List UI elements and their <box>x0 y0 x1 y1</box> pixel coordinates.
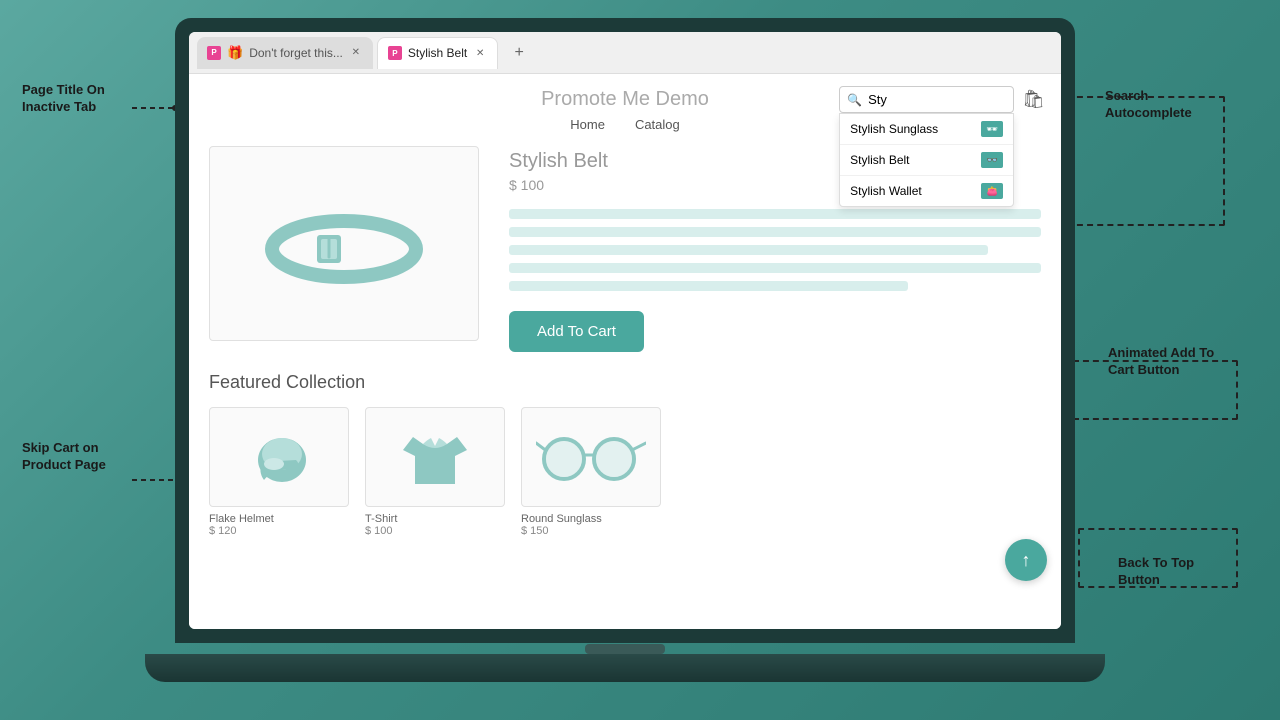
sunglass-price: $ 150 <box>521 525 661 537</box>
featured-item-sunglass[interactable]: Round Sunglass $ 150 <box>521 407 661 537</box>
annotation-page-title: Page Title On Inactive Tab <box>22 82 132 116</box>
desc-line-5 <box>509 281 908 291</box>
sunglass-svg <box>536 427 646 487</box>
browser-chrome: P 🎁 Don't forget this... ✕ P Stylish Bel… <box>189 32 1061 74</box>
screen-bezel: P 🎁 Don't forget this... ✕ P Stylish Bel… <box>175 18 1075 643</box>
add-to-cart-button[interactable]: Add To Cart <box>509 311 644 352</box>
tab-close-inactive[interactable]: ✕ <box>349 46 363 60</box>
featured-title: Featured Collection <box>209 372 1041 393</box>
laptop-base <box>145 654 1105 682</box>
featured-item-tshirt[interactable]: T-Shirt $ 100 <box>365 407 505 537</box>
tshirt-price: $ 100 <box>365 525 505 537</box>
wallet-icon: 👛 <box>981 183 1003 199</box>
featured-item-helmet[interactable]: Flake Helmet $ 120 <box>209 407 349 537</box>
laptop-trackpad <box>585 644 665 654</box>
browser-tab-inactive[interactable]: P 🎁 Don't forget this... ✕ <box>197 37 373 69</box>
autocomplete-item-wallet[interactable]: Stylish Wallet 👛 <box>840 176 1013 206</box>
autocomplete-label-belt: Stylish Belt <box>850 153 909 167</box>
nav-catalog[interactable]: Catalog <box>635 117 680 132</box>
back-to-top-arrow: ↑ <box>1022 550 1031 571</box>
tab-emoji: 🎁 <box>227 45 243 61</box>
new-tab-button[interactable]: + <box>506 40 532 66</box>
autocomplete-dropdown: Stylish Sunglass 🕶 Stylish Belt 👓 Stylis… <box>839 113 1014 207</box>
nav-home[interactable]: Home <box>570 117 605 132</box>
tshirt-svg <box>403 422 468 492</box>
tab-active-label: Stylish Belt <box>408 46 467 60</box>
sunglass-icon: 🕶 <box>981 121 1003 137</box>
sunglass-image-box <box>521 407 661 507</box>
browser-window: P 🎁 Don't forget this... ✕ P Stylish Bel… <box>189 32 1061 629</box>
page-content: Promote Me Demo Home Catalog 🔍 <box>189 74 1061 629</box>
autocomplete-item-sunglass[interactable]: Stylish Sunglass 🕶 <box>840 114 1013 145</box>
tab-close-active[interactable]: ✕ <box>473 46 487 60</box>
description-lines <box>509 209 1041 291</box>
cart-icon[interactable]: 🛍 <box>1022 89 1045 110</box>
helmet-name: Flake Helmet <box>209 513 349 525</box>
belt-icon: 👓 <box>981 152 1003 168</box>
search-box-wrapper: 🔍 Stylish Sunglass 🕶 Stylish Belt <box>839 86 1014 113</box>
tab-favicon-active: P <box>388 46 402 60</box>
helmet-image-box <box>209 407 349 507</box>
sunglass-name: Round Sunglass <box>521 513 661 525</box>
helmet-price: $ 120 <box>209 525 349 537</box>
site-header: Promote Me Demo Home Catalog 🔍 <box>189 74 1061 146</box>
search-input[interactable] <box>839 86 1014 113</box>
autocomplete-label-sunglass: Stylish Sunglass <box>850 122 938 136</box>
belt-image <box>259 194 429 294</box>
featured-section: Featured Collection <box>189 372 1061 557</box>
desc-line-2 <box>509 227 1041 237</box>
tshirt-image-box <box>365 407 505 507</box>
product-image-box <box>209 146 479 341</box>
desc-line-4 <box>509 263 1041 273</box>
featured-grid: Flake Helmet $ 120 T-Shirt <box>209 407 1041 537</box>
search-icon: 🔍 <box>847 93 862 107</box>
desc-line-3 <box>509 245 988 255</box>
helmet-svg <box>244 422 314 492</box>
autocomplete-item-belt[interactable]: Stylish Belt 👓 <box>840 145 1013 176</box>
annotation-skip-cart: Skip Cart on Product Page <box>22 440 132 474</box>
tab-favicon-inactive: P <box>207 46 221 60</box>
browser-tab-active[interactable]: P Stylish Belt ✕ <box>377 37 498 69</box>
search-area: 🔍 Stylish Sunglass 🕶 Stylish Belt <box>839 86 1045 113</box>
laptop-device: P 🎁 Don't forget this... ✕ P Stylish Bel… <box>175 18 1105 698</box>
back-to-top-button[interactable]: ↑ <box>1005 539 1047 581</box>
autocomplete-label-wallet: Stylish Wallet <box>850 184 922 198</box>
desc-line-1 <box>509 209 1041 219</box>
tab-inactive-label: Don't forget this... <box>249 46 343 60</box>
tshirt-name: T-Shirt <box>365 513 505 525</box>
